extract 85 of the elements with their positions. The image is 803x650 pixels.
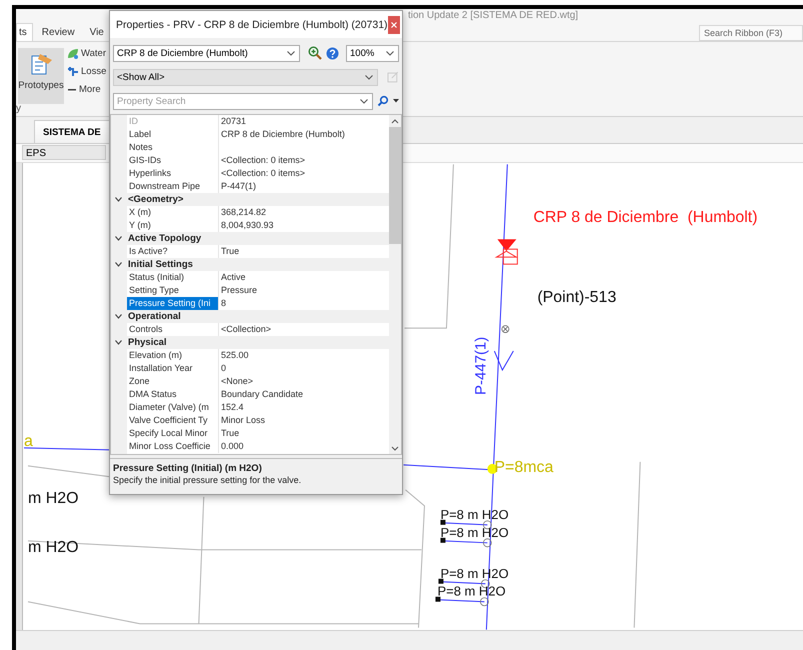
zoom-dropdown[interactable]: 100% bbox=[346, 44, 399, 62]
zoom-icon[interactable] bbox=[308, 46, 322, 60]
valve-label: CRP 8 de Diciembre (Humbolt) bbox=[533, 208, 758, 226]
description-title: Pressure Setting (Initial) (m H2O) bbox=[113, 463, 263, 474]
dropdown-icon[interactable] bbox=[393, 99, 399, 103]
property-name[interactable]: Label bbox=[127, 128, 219, 141]
property-value[interactable]: 8 bbox=[219, 297, 389, 310]
collapse-chevron-icon[interactable] bbox=[115, 197, 122, 202]
search-icon[interactable] bbox=[377, 95, 389, 107]
close-button[interactable] bbox=[388, 16, 400, 34]
prototypes-button[interactable]: Prototypes bbox=[18, 48, 64, 104]
property-name[interactable]: Specify Local Minor bbox=[127, 427, 219, 440]
pressure-label: P=8mca bbox=[494, 458, 554, 476]
property-value[interactable]: 20731 bbox=[219, 115, 389, 128]
caret-icon bbox=[287, 50, 295, 56]
pipe-segment-drawing bbox=[440, 537, 492, 547]
property-value[interactable]: <None> bbox=[219, 375, 389, 388]
pressure-label: m H2O bbox=[28, 538, 79, 556]
property-name[interactable]: Zone bbox=[127, 375, 219, 388]
property-value[interactable]: P-447(1) bbox=[219, 180, 389, 193]
property-name[interactable]: Minor Loss Coefficie bbox=[127, 440, 219, 453]
pipe-network-icon bbox=[67, 66, 79, 78]
property-value[interactable]: 368,214.82 bbox=[219, 206, 389, 219]
property-value[interactable]: CRP 8 de Diciembre (Humbolt) bbox=[219, 128, 389, 141]
valve-icon bbox=[494, 238, 518, 264]
property-value[interactable]: <Collection: 0 items> bbox=[219, 154, 389, 167]
property-value[interactable]: <Collection> bbox=[219, 323, 389, 336]
filter-dropdown[interactable]: <Show All> bbox=[113, 68, 378, 86]
ribbon-button[interactable]: Water bbox=[67, 46, 106, 61]
property-name[interactable]: Valve Coefficient Ty bbox=[127, 414, 219, 427]
property-value[interactable]: True bbox=[219, 245, 389, 258]
caret-icon bbox=[386, 50, 394, 56]
scenario-dropdown[interactable]: EPS bbox=[22, 145, 106, 160]
point-label: (Point)-513 bbox=[537, 288, 616, 306]
ribbon-button[interactable]: Losse bbox=[67, 64, 106, 79]
collapse-chevron-icon[interactable] bbox=[115, 340, 122, 345]
pressure-label: a bbox=[24, 432, 33, 450]
search-ribbon-field[interactable]: Search Ribbon (F3) bbox=[699, 25, 803, 41]
property-name[interactable]: Hyperlinks bbox=[127, 167, 219, 180]
property-name[interactable]: DMA Status bbox=[127, 388, 219, 401]
pipe-segment-drawing bbox=[438, 578, 490, 588]
property-value[interactable]: Pressure bbox=[219, 284, 389, 297]
pipe-segment-drawing bbox=[440, 519, 492, 529]
collapse-chevron-icon[interactable] bbox=[115, 236, 122, 241]
property-name[interactable]: Notes bbox=[127, 141, 219, 154]
pressure-label: m H2O bbox=[28, 489, 79, 506]
ribbon-tab[interactable]: ts bbox=[16, 23, 33, 41]
property-name[interactable]: Pressure Setting (Ini bbox=[127, 297, 219, 310]
property-value[interactable]: 525.00 bbox=[219, 349, 389, 362]
junction-icon bbox=[487, 463, 498, 474]
description-text: Specify the initial pressure setting for the valve. bbox=[113, 475, 302, 485]
property-value[interactable]: Boundary Candidate bbox=[219, 388, 389, 401]
property-name[interactable]: Status (Initial) bbox=[127, 271, 219, 284]
pipe-label: P-447(1) bbox=[472, 336, 490, 395]
property-value[interactable]: True bbox=[219, 427, 389, 440]
property-value[interactable]: Minor Loss bbox=[219, 414, 389, 427]
property-name[interactable]: Diameter (Valve) (m bbox=[127, 401, 219, 414]
caret-icon bbox=[365, 74, 374, 80]
leaf-icon bbox=[67, 48, 79, 60]
close-icon bbox=[390, 22, 397, 28]
property-value[interactable]: 0.000 bbox=[219, 440, 389, 453]
property-name[interactable]: GIS-IDs bbox=[127, 154, 219, 167]
document-tab[interactable]: SISTEMA DE bbox=[34, 120, 110, 144]
ribbon-tab[interactable]: Review bbox=[36, 23, 81, 41]
caret-icon bbox=[360, 98, 368, 104]
ribbon-group-label: y bbox=[16, 102, 21, 114]
property-name[interactable]: Elevation (m) bbox=[127, 349, 219, 362]
pipe-segment-drawing bbox=[435, 596, 489, 606]
collapse-chevron-icon[interactable] bbox=[115, 262, 122, 267]
property-name[interactable]: X (m) bbox=[127, 206, 219, 219]
property-value[interactable]: <Collection: 0 items> bbox=[219, 167, 389, 180]
property-value[interactable]: 8,004,930.93 bbox=[219, 219, 389, 232]
collapse-chevron-icon[interactable] bbox=[115, 314, 122, 319]
property-value[interactable]: Active bbox=[219, 271, 389, 284]
scrollbar[interactable] bbox=[389, 115, 401, 454]
property-search-field[interactable]: Property Search bbox=[113, 92, 373, 110]
property-value[interactable]: 152.4 bbox=[219, 401, 389, 414]
property-name[interactable]: Installation Year bbox=[127, 362, 219, 375]
dash-icon bbox=[67, 88, 77, 92]
element-dropdown[interactable]: CRP 8 de Diciembre (Humbolt) bbox=[113, 44, 300, 62]
point-marker-icon bbox=[501, 324, 510, 333]
help-icon[interactable] bbox=[326, 46, 339, 60]
ribbon-tab[interactable]: Vie bbox=[84, 23, 110, 41]
property-value[interactable]: 0 bbox=[219, 362, 389, 375]
ribbon-button[interactable]: More bbox=[67, 82, 106, 97]
